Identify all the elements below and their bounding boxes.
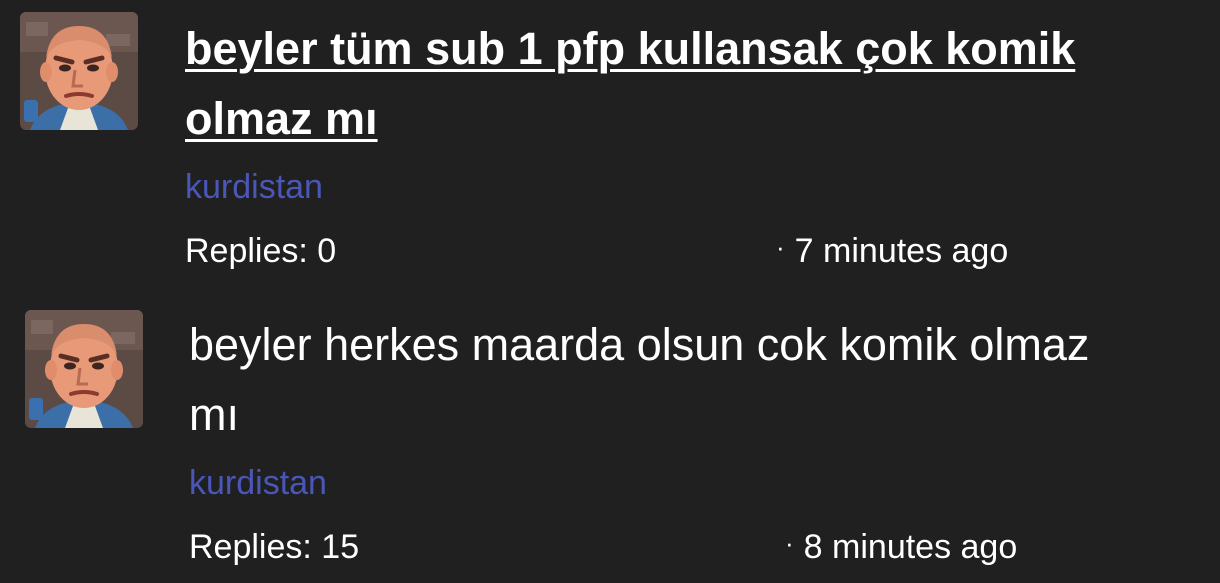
post-item[interactable]: beyler tüm sub 1 pfp kullansak çok komik… — [0, 0, 1220, 290]
post-timestamp: · 7 minutes ago — [776, 232, 1008, 271]
timestamp-text: 7 minutes ago — [794, 232, 1009, 270]
author-link[interactable]: kurdistan — [189, 464, 327, 503]
cartoon-face-avatar-icon — [20, 12, 138, 130]
timestamp-text: 8 minutes ago — [803, 528, 1018, 566]
cartoon-face-avatar-icon — [25, 310, 143, 428]
replies-count: Replies: 0 — [185, 232, 337, 270]
author-link[interactable]: kurdistan — [185, 168, 323, 207]
post-item[interactable]: beyler herkes maarda olsun cok komik olm… — [0, 296, 1220, 583]
post-feed: beyler tüm sub 1 pfp kullansak çok komik… — [0, 0, 1220, 583]
replies-count: Replies: 15 — [189, 528, 360, 566]
user-avatar[interactable] — [25, 310, 143, 428]
post-title[interactable]: beyler herkes maarda olsun cok komik olm… — [189, 310, 1129, 450]
separator-dot: · — [785, 528, 794, 558]
separator-dot: · — [776, 232, 785, 262]
user-avatar[interactable] — [20, 12, 138, 130]
post-timestamp: · 8 minutes ago — [785, 528, 1017, 567]
post-title-link[interactable]: beyler tüm sub 1 pfp kullansak çok komik… — [185, 14, 1085, 154]
